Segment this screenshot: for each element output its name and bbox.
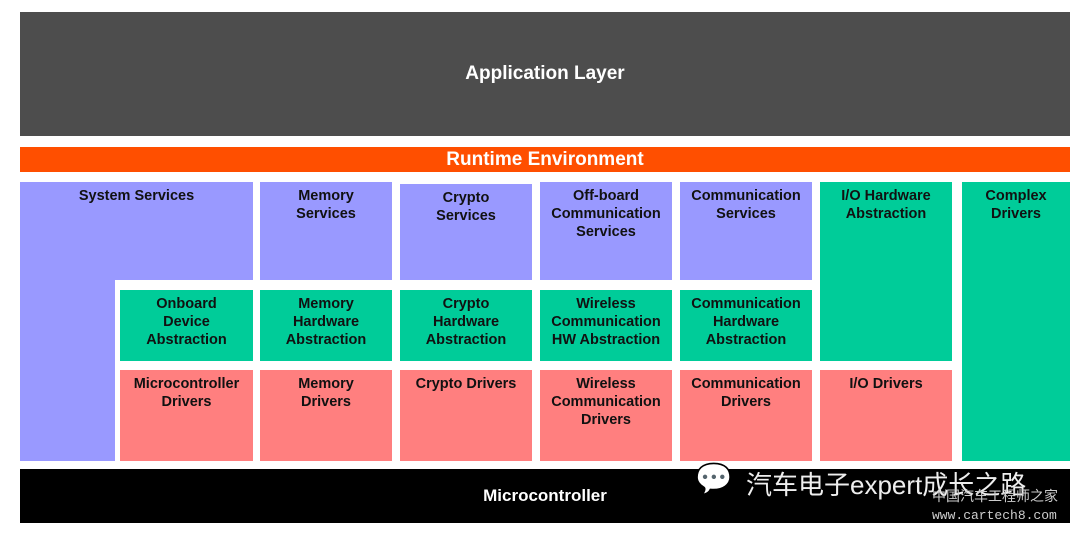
communication-drivers-label: Communication Drivers	[691, 376, 801, 410]
onboard-label: Onboard Device Abstraction	[146, 296, 227, 348]
io-hw-label: I/O Hardware Abstraction	[841, 188, 931, 222]
crypto-hw-label: Crypto Hardware Abstraction	[425, 296, 507, 348]
watermark-site-cn: 中国汽车工程师之家	[932, 488, 1058, 504]
onboard-device-abstraction: Onboard Device Abstraction	[120, 290, 253, 361]
crypto-drivers: Crypto Drivers	[400, 370, 532, 461]
memory-hw-label: Memory Hardware Abstraction	[285, 296, 367, 348]
application-layer: Application Layer	[20, 12, 1070, 136]
system-services-extension	[20, 280, 115, 461]
wireless-hw-label: Wireless Communication HW Abstraction	[551, 296, 661, 348]
wechat-icon: 💬	[695, 463, 733, 496]
communication-services: Communication Services	[680, 182, 812, 280]
microcontroller-label: Microcontroller	[483, 486, 607, 505]
crypto-hardware-abstraction: Crypto Hardware Abstraction	[400, 290, 532, 361]
watermark-site-url: www.cartech8.com	[932, 508, 1057, 523]
crypto-services: Crypto Services	[400, 184, 532, 280]
application-layer-label: Application Layer	[465, 63, 625, 84]
runtime-environment: Runtime Environment	[20, 147, 1070, 172]
complex-drivers: Complex Drivers	[962, 182, 1070, 461]
communication-hw-label: Communication Hardware Abstraction	[691, 296, 801, 348]
system-services-label: System Services	[78, 188, 195, 204]
complex-drivers-label: Complex Drivers	[985, 188, 1047, 222]
wireless-drivers-label: Wireless Communication Drivers	[551, 376, 661, 428]
io-drivers-label: I/O Drivers	[849, 376, 923, 392]
offboard-communication-services: Off-board Communication Services	[540, 182, 672, 280]
communication-drivers: Communication Drivers	[680, 370, 812, 461]
microcontroller-drivers: Microcontroller Drivers	[120, 370, 253, 461]
memory-drivers: Memory Drivers	[260, 370, 392, 461]
wireless-hw-abstraction: Wireless Communication HW Abstraction	[540, 290, 672, 361]
io-hardware-abstraction: I/O Hardware Abstraction	[820, 182, 952, 361]
crypto-drivers-label: Crypto Drivers	[415, 376, 517, 392]
memory-services-label: Memory Services	[296, 188, 356, 222]
wireless-communication-drivers: Wireless Communication Drivers	[540, 370, 672, 461]
memory-drivers-label: Memory Drivers	[298, 376, 354, 410]
crypto-services-label: Crypto Services	[436, 190, 496, 224]
communication-hardware-abstraction: Communication Hardware Abstraction	[680, 290, 812, 361]
mcu-drivers-label: Microcontroller Drivers	[133, 376, 240, 410]
io-drivers: I/O Drivers	[820, 370, 952, 461]
memory-services: Memory Services	[260, 182, 392, 280]
communication-services-label: Communication Services	[691, 188, 801, 222]
system-services: System Services	[20, 182, 253, 280]
memory-hardware-abstraction: Memory Hardware Abstraction	[260, 290, 392, 361]
rte-label: Runtime Environment	[446, 148, 644, 170]
offboard-services-label: Off-board Communication Services	[551, 188, 661, 240]
